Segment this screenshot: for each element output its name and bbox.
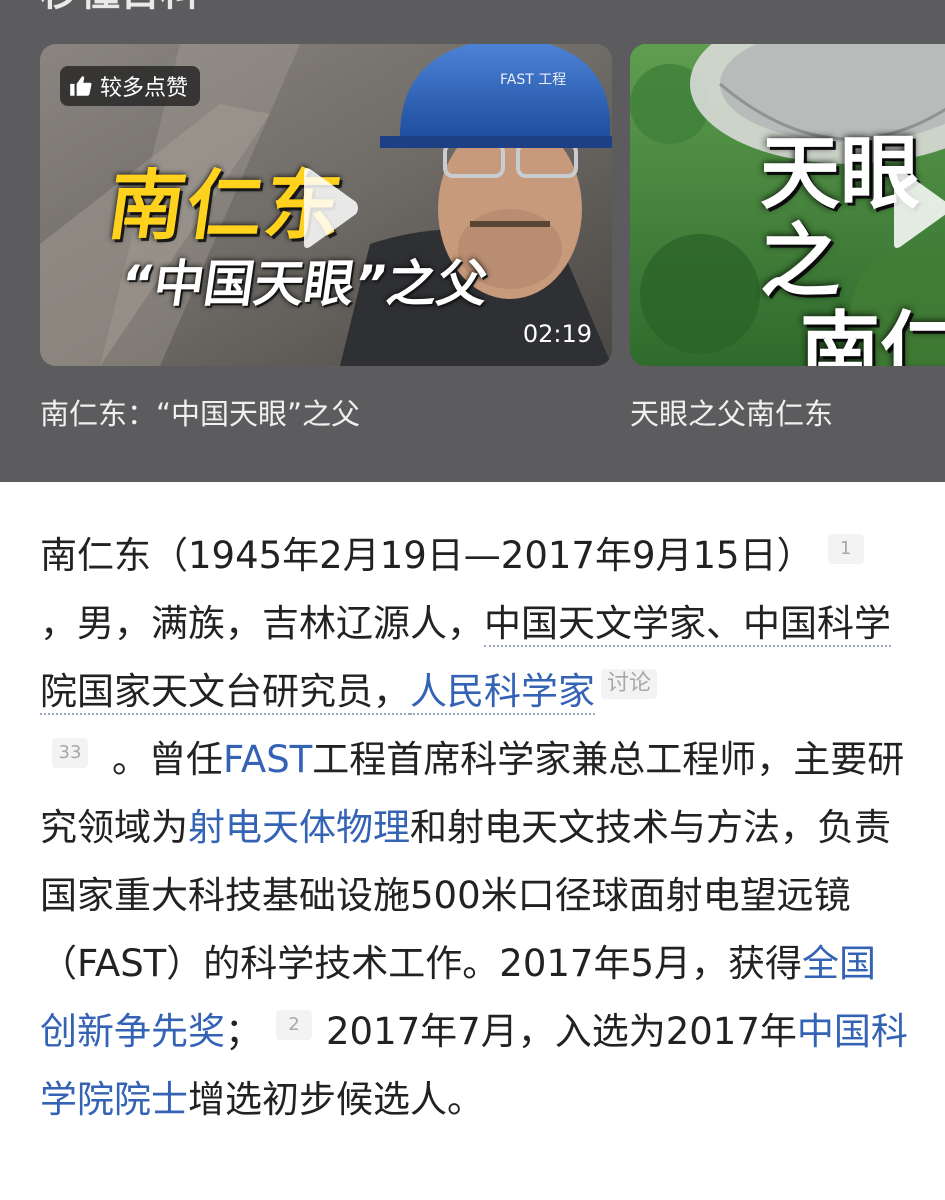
thumbs-up-icon (70, 76, 92, 96)
video-thumbnail-2[interactable]: 天眼之 南仁 (630, 44, 945, 366)
video-thumbnail-1[interactable]: FAST 工程 南仁东 “中国天眼”之父 较多点赞 02:19 (40, 44, 612, 366)
video-panel: 秒懂百科 (0, 0, 945, 482)
reference-33[interactable]: 33 (52, 738, 88, 768)
article-text: 。曾任 (112, 738, 223, 781)
link-fast[interactable]: FAST (223, 738, 312, 781)
link-radio-astrophysics[interactable]: 射电天体物理 (188, 806, 410, 849)
article-text: ，男，满族，吉林辽源人， (40, 602, 484, 645)
link-people-scientist[interactable]: 人民科学家 (410, 670, 595, 715)
badge-label: 较多点赞 (100, 76, 189, 101)
article-text: 增选初步候选人。 (188, 1078, 484, 1121)
play-icon[interactable] (888, 166, 945, 250)
reference-2[interactable]: 2 (276, 1010, 312, 1040)
play-icon[interactable] (298, 166, 360, 250)
reference-1[interactable]: 1 (827, 534, 864, 564)
video-card-2[interactable]: 天眼之 南仁 天眼之父南仁东 (630, 44, 945, 434)
section-title: 秒懂百科 (40, 0, 200, 14)
article-text: ； (225, 1010, 262, 1053)
popular-badge: 较多点赞 (60, 66, 201, 106)
video-duration: 02:19 (522, 320, 592, 348)
article-text: 2017年7月，入选为2017年 (326, 1010, 797, 1053)
video-card-1[interactable]: FAST 工程 南仁东 “中国天眼”之父 较多点赞 02:19 南仁东：“中国天… (40, 44, 612, 434)
video-caption-2[interactable]: 天眼之父南仁东 (630, 394, 945, 434)
discuss-tag[interactable]: 讨论 (601, 669, 658, 699)
article-intro: 南仁东（1945年2月19日—2017年9月15日） 1，男，满族，吉林辽源人，中… (40, 522, 910, 1134)
video-caption-1[interactable]: 南仁东：“中国天眼”之父 (40, 394, 612, 434)
overlay-title-2-line2: 南仁 (800, 303, 945, 367)
svg-text:FAST 工程: FAST 工程 (500, 72, 566, 88)
article-text: 南仁东（1945年2月19日—2017年9月15日） (40, 534, 814, 577)
overlay-title-subtitle: “中国天眼”之父 (117, 255, 492, 313)
